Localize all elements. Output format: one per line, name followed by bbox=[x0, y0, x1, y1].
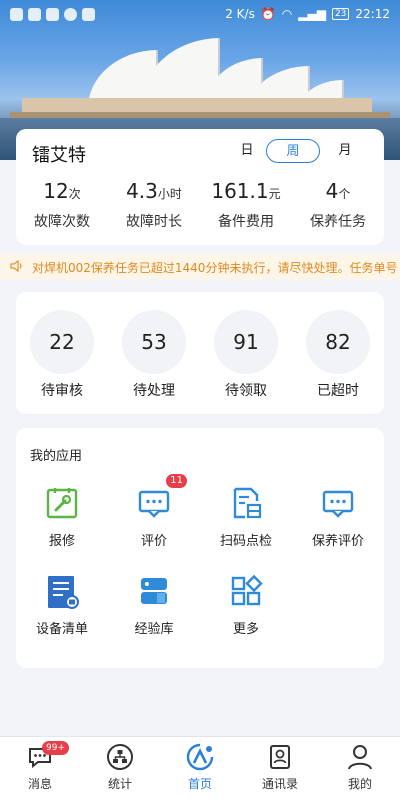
notification-icon bbox=[28, 7, 41, 21]
stat-label: 故障时长 bbox=[126, 214, 182, 230]
stat-unit: 小时 bbox=[157, 187, 182, 201]
app-repair[interactable]: 报修 bbox=[20, 486, 104, 549]
tab-label: 首页 bbox=[187, 777, 212, 791]
count-value: 22 bbox=[30, 310, 94, 374]
period-month-tab[interactable]: 月 bbox=[334, 139, 356, 163]
count-value: 91 bbox=[214, 310, 278, 374]
tab-label: 统计 bbox=[107, 777, 132, 791]
stat-fault-duration[interactable]: 4.3小时 故障时长 bbox=[108, 179, 200, 231]
stat-unit: 个 bbox=[338, 187, 351, 201]
app-experience-library[interactable]: 经验库 bbox=[112, 574, 196, 637]
comment-icon: 11 bbox=[137, 474, 187, 520]
comment-count-badge: 11 bbox=[166, 474, 187, 488]
contacts-icon bbox=[266, 743, 294, 771]
alarm-icon: ⏰ bbox=[260, 7, 276, 21]
stat-label: 保养任务 bbox=[310, 214, 366, 230]
stat-value: 4.3 bbox=[126, 179, 158, 203]
count-label: 待领取 bbox=[225, 383, 267, 399]
count-pending-process[interactable]: 53 待处理 bbox=[118, 310, 190, 400]
notice-text: 对焊机002保养任务已超过1440分钟未执行，请尽快处理。任务单号 bbox=[32, 260, 398, 275]
app-equipment-list[interactable]: 设备清单 bbox=[20, 574, 104, 637]
message-icon: 99+ bbox=[26, 741, 69, 771]
company-name: 镭艾特 bbox=[32, 145, 86, 166]
tab-home[interactable]: 首页 bbox=[170, 743, 230, 792]
count-pending-review[interactable]: 22 待审核 bbox=[26, 310, 98, 400]
tab-label: 通讯录 bbox=[261, 777, 298, 791]
bottom-tab-bar: 99+ 消息 统计 首页 通讯录 我的 bbox=[0, 736, 400, 800]
period-week-tab[interactable]: 周 bbox=[266, 139, 320, 163]
speaker-icon bbox=[10, 259, 28, 275]
status-bar: 2 K/s ⏰ ◠ ▂▄▆ 23 22:12 bbox=[0, 0, 400, 28]
scan-check-icon bbox=[229, 486, 263, 520]
notice-marquee[interactable]: 对焊机002保养任务已超过1440分钟未执行，请尽快处理。任务单号 bbox=[0, 254, 400, 280]
tab-label: 消息 bbox=[27, 777, 52, 791]
stat-label: 故障次数 bbox=[34, 214, 90, 230]
count-label: 待处理 bbox=[133, 383, 175, 399]
battery-indicator: 23 bbox=[331, 8, 350, 20]
summary-card: 镭艾特 日 周 月 12次 故障次数 4.3小时 故障时长 161.1元 备件费… bbox=[16, 129, 384, 245]
app-notification-icon bbox=[82, 7, 95, 21]
stat-value: 12 bbox=[43, 179, 69, 203]
stat-label: 备件费用 bbox=[218, 214, 274, 230]
app-label: 设备清单 bbox=[35, 622, 88, 637]
app-label: 更多 bbox=[232, 622, 259, 637]
app-label: 评价 bbox=[140, 534, 167, 549]
home-icon bbox=[186, 743, 214, 771]
stat-spare-parts-cost[interactable]: 161.1元 备件费用 bbox=[200, 179, 292, 231]
stat-value: 4 bbox=[325, 179, 339, 203]
tab-contacts[interactable]: 通讯录 bbox=[250, 743, 310, 792]
tab-label: 我的 bbox=[347, 777, 372, 791]
tab-profile[interactable]: 我的 bbox=[330, 743, 390, 792]
app-maintenance-comment[interactable]: 保养评价 bbox=[296, 486, 380, 549]
profile-icon bbox=[346, 743, 374, 771]
app-scan-check[interactable]: 扫码点检 bbox=[204, 486, 288, 549]
app-label: 扫码点检 bbox=[219, 534, 272, 549]
message-notification-icon bbox=[64, 7, 77, 21]
experience-library-icon bbox=[137, 574, 171, 608]
apps-section-title: 我的应用 bbox=[30, 449, 83, 464]
app-label: 保养评价 bbox=[311, 534, 364, 549]
tab-statistics[interactable]: 统计 bbox=[90, 743, 150, 792]
stat-maintenance-tasks[interactable]: 4个 保养任务 bbox=[292, 179, 384, 231]
repair-icon bbox=[45, 486, 79, 520]
wifi-icon: ◠ bbox=[281, 7, 293, 21]
count-overdue[interactable]: 82 已超时 bbox=[302, 310, 374, 400]
count-value: 53 bbox=[122, 310, 186, 374]
notification-icon bbox=[10, 7, 23, 21]
period-day-tab[interactable]: 日 bbox=[236, 139, 258, 163]
network-speed: 2 K/s bbox=[225, 7, 255, 21]
statistics-icon bbox=[106, 743, 134, 771]
equipment-list-icon bbox=[45, 574, 79, 609]
stat-fault-count[interactable]: 12次 故障次数 bbox=[16, 179, 108, 231]
app-label: 经验库 bbox=[134, 622, 174, 637]
task-counts-card: 22 待审核 53 待处理 91 待领取 82 已超时 bbox=[16, 292, 384, 414]
my-apps-card: 我的应用 报修 11 评价 扫码点检 保养评价 设备清单 经验库 更多 bbox=[16, 428, 384, 668]
tab-messages[interactable]: 99+ 消息 bbox=[10, 741, 70, 792]
count-label: 待审核 bbox=[41, 383, 83, 399]
message-count-badge: 99+ bbox=[42, 741, 69, 755]
more-grid-icon bbox=[229, 574, 263, 608]
maintenance-comment-icon bbox=[321, 486, 355, 520]
signal-icon: ▂▄▆ bbox=[298, 7, 326, 21]
count-pending-claim[interactable]: 91 待领取 bbox=[210, 310, 282, 400]
app-comment[interactable]: 11 评价 bbox=[112, 474, 196, 549]
status-time: 22:12 bbox=[355, 7, 390, 21]
stat-value: 161.1 bbox=[211, 179, 269, 203]
app-label: 报修 bbox=[48, 534, 75, 549]
stat-unit: 元 bbox=[268, 187, 281, 201]
count-label: 已超时 bbox=[317, 383, 359, 399]
stat-unit: 次 bbox=[68, 187, 81, 201]
count-value: 82 bbox=[306, 310, 370, 374]
notification-icon bbox=[46, 7, 59, 21]
app-more[interactable]: 更多 bbox=[204, 574, 288, 637]
